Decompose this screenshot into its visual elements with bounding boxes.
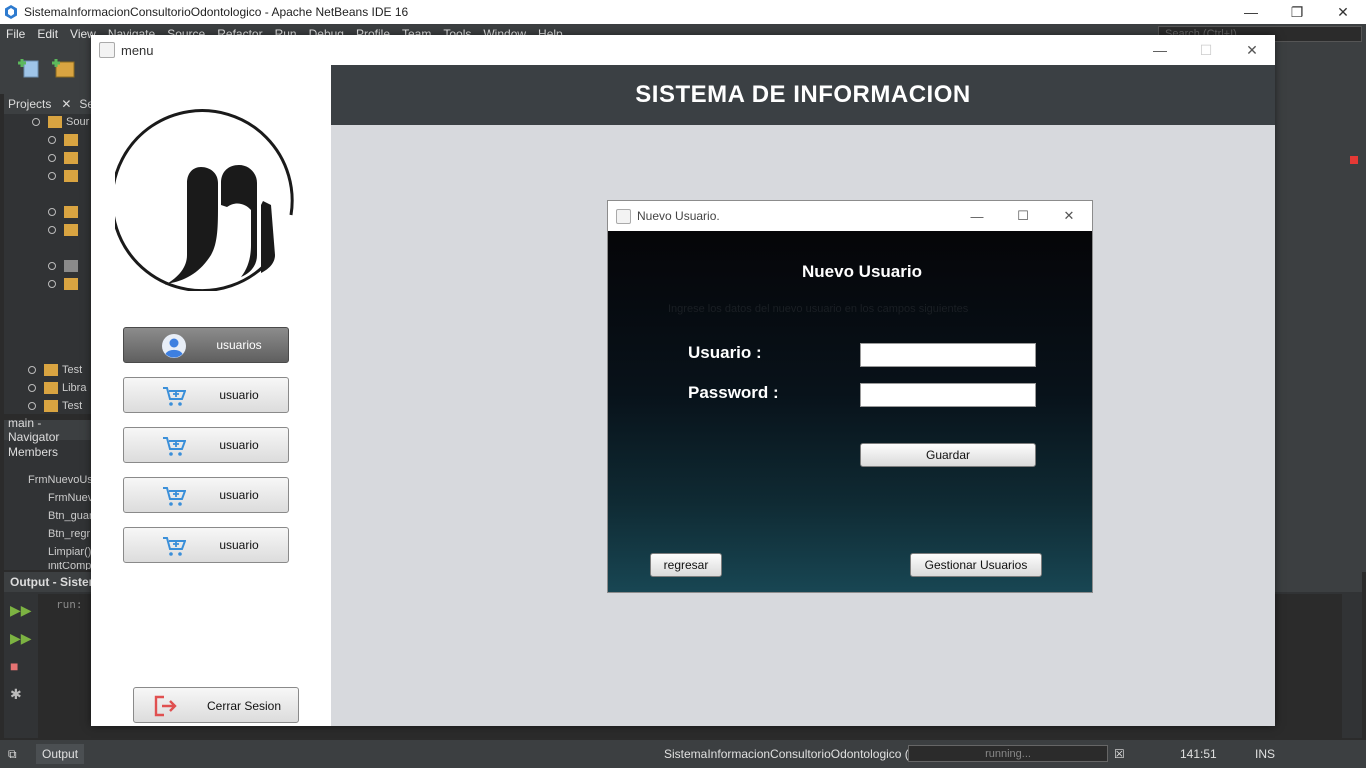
- sidebar-button-label: usuarios: [216, 338, 262, 352]
- sidebar-button-usuarios[interactable]: usuarios: [123, 327, 289, 363]
- netbeans-logo-icon: [5, 5, 17, 19]
- sidebar: usuarios usuario usuario usuario usuario…: [91, 65, 331, 726]
- logout-icon: [154, 695, 177, 717]
- tree-node-package[interactable]: [48, 258, 82, 274]
- ide-title-bar: SistemaInformacionConsultorioOdontologic…: [0, 0, 1366, 24]
- tree-node-package[interactable]: [48, 276, 82, 292]
- sidebar-button-label: usuario: [219, 388, 259, 402]
- password-input[interactable]: [860, 383, 1036, 407]
- tree-node-package[interactable]: [48, 132, 82, 148]
- new-file-icon[interactable]: [18, 56, 42, 80]
- usuario-label: Usuario :: [688, 343, 762, 362]
- editor-right-strip: [1272, 94, 1366, 572]
- guardar-label: Guardar: [925, 448, 971, 462]
- cart-plus-icon: [163, 537, 186, 556]
- member-method[interactable]: Limpiar(): [26, 544, 91, 560]
- projects-panel: Projects ✕ Se Sour Test Libra Test: [4, 94, 94, 414]
- password-label: Password :: [688, 383, 779, 402]
- member-method[interactable]: Btn_regr: [26, 526, 90, 542]
- member-method[interactable]: initComp: [26, 562, 91, 570]
- gestionar-usuarios-label: Gestionar Usuarios: [924, 558, 1028, 572]
- user-avatar-icon: [162, 334, 186, 358]
- tab-output-status[interactable]: Output: [36, 744, 85, 764]
- member-class[interactable]: FrmNuevoUs: [10, 472, 93, 488]
- window-icon[interactable]: ⧉: [8, 747, 17, 762]
- cerrar-sesion-button[interactable]: Cerrar Sesion: [133, 687, 299, 723]
- ide-window-title: SistemaInformacionConsultorioOdontologic…: [24, 5, 409, 19]
- ide-minimize-icon[interactable]: —: [1228, 0, 1274, 24]
- guardar-button[interactable]: Guardar: [860, 443, 1036, 467]
- ide-status-bar: ⧉ Output SistemaInformacionConsultorioOd…: [0, 740, 1366, 768]
- cart-plus-icon: [163, 387, 186, 406]
- clinic-logo: [115, 109, 294, 291]
- stop-icon[interactable]: ■: [10, 658, 26, 674]
- sidebar-button-usuario[interactable]: usuario: [123, 527, 289, 563]
- tree-node-package[interactable]: [48, 204, 82, 220]
- maximize-icon: ☐: [1199, 41, 1213, 58]
- menu-window-titlebar: menu — ☐ ✕: [91, 35, 1275, 65]
- dialog-hint-text: Ingrese los datos del nuevo usuario en l…: [668, 303, 969, 315]
- gestionar-usuarios-button[interactable]: Gestionar Usuarios: [910, 553, 1042, 577]
- nuevo-usuario-dialog: Nuevo Usuario. — ☐ ✕ Nuevo Usuario Ingre…: [607, 200, 1093, 593]
- tree-node-package[interactable]: [48, 150, 82, 166]
- tree-node-libraries[interactable]: Libra: [28, 380, 86, 396]
- tab-projects[interactable]: Projects: [8, 97, 51, 111]
- settings-icon[interactable]: ✱: [10, 686, 26, 702]
- sidebar-button-label: usuario: [219, 538, 259, 552]
- dialog-minimize-icon[interactable]: —: [954, 201, 1000, 231]
- menu-edit[interactable]: Edit: [31, 27, 64, 41]
- output-tab-label: Output: [42, 747, 79, 761]
- insert-mode: INS: [1255, 747, 1276, 761]
- close-icon[interactable]: ✕: [1229, 35, 1275, 65]
- page-title: SISTEMA DE INFORMACION: [331, 65, 1275, 125]
- navigator-panel: main - Navigator Members FrmNuevoUs FrmN…: [4, 416, 93, 570]
- new-project-icon[interactable]: [52, 56, 76, 80]
- usuario-input[interactable]: [860, 343, 1036, 367]
- cart-plus-icon: [163, 437, 186, 456]
- member-method[interactable]: Btn_guar: [26, 508, 93, 524]
- sidebar-button-usuario[interactable]: usuario: [123, 477, 289, 513]
- minimize-icon[interactable]: —: [1137, 35, 1183, 65]
- menu-file[interactable]: File: [0, 27, 31, 41]
- error-marker-icon[interactable]: [1350, 156, 1358, 164]
- dialog-heading: Nuevo Usuario: [802, 262, 922, 281]
- sidebar-button-usuario[interactable]: usuario: [123, 427, 289, 463]
- cart-plus-icon: [163, 487, 186, 506]
- tree-node-source[interactable]: Sour: [32, 114, 89, 130]
- dialog-title: Nuevo Usuario.: [637, 209, 720, 223]
- dialog-body: Nuevo Usuario Ingrese los datos del nuev…: [608, 231, 1092, 592]
- rerun-with-params-icon[interactable]: ▶▶: [10, 630, 32, 646]
- progress-text: running...: [985, 747, 1031, 760]
- tree-node-test-packages[interactable]: Test: [28, 362, 82, 378]
- tree-node-package[interactable]: [48, 222, 82, 238]
- menu-window-title: menu: [121, 42, 154, 58]
- rerun-icon[interactable]: ▶▶: [10, 602, 32, 618]
- dialog-titlebar: Nuevo Usuario. — ☐ ✕: [608, 201, 1092, 231]
- ide-restore-icon[interactable]: ❐: [1274, 0, 1320, 24]
- close-tab-icon[interactable]: ✕: [61, 97, 71, 111]
- regresar-button[interactable]: regresar: [650, 553, 722, 577]
- java-icon: [616, 208, 631, 224]
- caret-position: 141:51: [1180, 747, 1217, 761]
- running-project-label: SistemaInformacionConsultorioOdontologic…: [664, 747, 931, 761]
- tree-node-package[interactable]: [48, 168, 82, 184]
- dialog-maximize-icon[interactable]: ☐: [1000, 201, 1046, 231]
- tree-node-test-libraries[interactable]: Test: [28, 398, 82, 414]
- progress-bar: running...: [908, 745, 1108, 762]
- ide-close-icon[interactable]: ✕: [1320, 0, 1366, 24]
- regresar-label: regresar: [663, 558, 709, 572]
- cerrar-sesion-label: Cerrar Sesion: [206, 699, 282, 713]
- cancel-progress-icon[interactable]: ☒: [1114, 747, 1125, 761]
- java-icon: [99, 42, 115, 58]
- output-title: Output - Sistem: [10, 575, 100, 589]
- sidebar-button-label: usuario: [219, 438, 259, 452]
- dialog-close-icon[interactable]: ✕: [1046, 201, 1092, 231]
- sidebar-button-label: usuario: [219, 488, 259, 502]
- sidebar-button-usuario[interactable]: usuario: [123, 377, 289, 413]
- member-constructor[interactable]: FrmNuev: [30, 490, 93, 506]
- navigator-title: main - Navigator: [4, 416, 92, 444]
